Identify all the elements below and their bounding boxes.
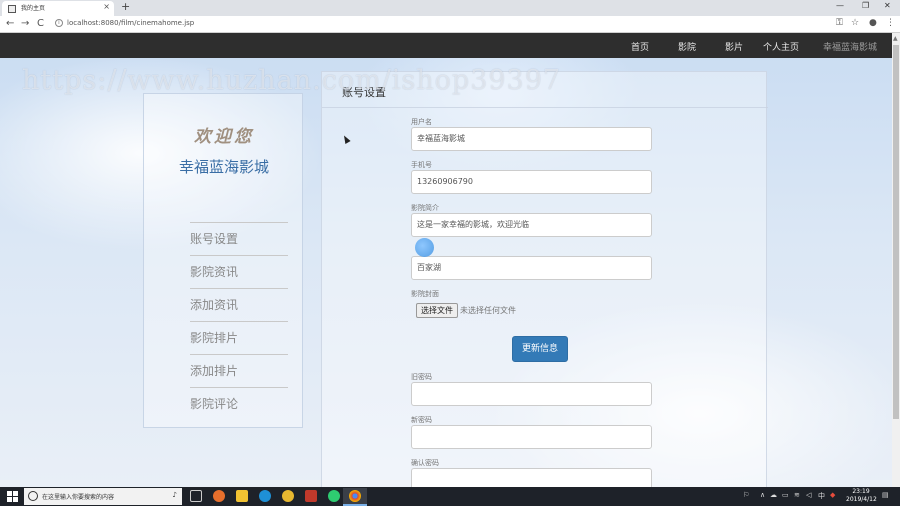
clock-date: 2019/4/12: [846, 496, 877, 503]
task-view-icon[interactable]: [190, 490, 202, 502]
volume-icon[interactable]: ◁: [806, 491, 811, 499]
clock-time: 23:19: [852, 488, 870, 495]
sidebar-menu: 账号设置 影院资讯 添加资讯 影院排片 添加排片 影院评论: [190, 222, 288, 420]
chrome-icon: [349, 490, 361, 502]
windows-start-icon[interactable]: [7, 491, 18, 502]
watermark: https://www.huzhan.com/ishop39397: [22, 65, 562, 96]
sidebar: 欢迎您 幸福蓝海影城 账号设置 影院资讯 添加资讯 影院排片 添加排片 影院评论: [143, 93, 303, 428]
cat-app-icon[interactable]: [305, 490, 317, 502]
page-scrollbar[interactable]: ▲: [892, 33, 900, 487]
confirm-password-input[interactable]: [411, 468, 652, 487]
username-input[interactable]: 幸福蓝海影城: [411, 127, 652, 151]
new-tab-button[interactable]: +: [121, 0, 130, 13]
ie-icon[interactable]: [259, 490, 271, 502]
sidebar-item-schedule[interactable]: 影院排片: [190, 321, 288, 354]
network-icon[interactable]: ▭: [782, 491, 789, 499]
tab-title: 我的主页: [21, 5, 46, 12]
old-password-label: 旧密码: [411, 373, 432, 381]
panel-divider: [322, 107, 768, 108]
wifi-icon[interactable]: ≋: [794, 491, 800, 499]
scroll-up-icon[interactable]: ▲: [893, 35, 898, 42]
info-icon: i: [55, 19, 63, 27]
tray-up-icon[interactable]: ∧: [760, 491, 765, 499]
tab-close-icon[interactable]: ×: [103, 2, 110, 11]
back-icon[interactable]: ←: [6, 18, 14, 29]
confirm-password-label: 确认密码: [411, 459, 439, 467]
intro-input[interactable]: 这是一家幸福的影城，欢迎光临: [411, 213, 652, 237]
sidebar-item-cinema-news[interactable]: 影院资讯: [190, 255, 288, 288]
old-password-input[interactable]: [411, 382, 652, 406]
account-settings-panel: 账号设置 用户名 幸福蓝海影城 手机号 13260906790 影院简介 这是一…: [321, 71, 768, 487]
new-password-input[interactable]: [411, 425, 652, 449]
welcome-text: 欢迎您: [194, 127, 254, 147]
phone-label: 手机号: [411, 161, 432, 169]
notification-icon[interactable]: ▤: [882, 491, 889, 499]
nav-home[interactable]: 首页: [631, 40, 649, 53]
url-text: localhost:8080/film/cinemahome.jsp: [67, 19, 195, 27]
system-clock[interactable]: 23:19 2019/4/12: [846, 488, 877, 504]
chrome-taskbar-button[interactable]: [343, 488, 367, 506]
sidebar-item-reviews[interactable]: 影院评论: [190, 387, 288, 420]
maximize-icon[interactable]: ❐: [862, 1, 869, 10]
update-info-button[interactable]: 更新信息: [512, 336, 568, 362]
sidebar-item-add-schedule[interactable]: 添加排片: [190, 354, 288, 387]
tray-person-icon[interactable]: ⚐: [743, 491, 749, 499]
antivirus-icon[interactable]: ◆: [830, 491, 835, 499]
file-explorer-icon[interactable]: [236, 490, 248, 502]
firefox-icon[interactable]: [213, 490, 225, 502]
cinema-name: 幸福蓝海影城: [178, 158, 269, 176]
page: 首页 影院 影片 个人主页 幸福蓝海影城 欢迎您 幸福蓝海影城 账号设置 影院资…: [0, 33, 892, 487]
close-window-icon[interactable]: ✕: [884, 1, 891, 10]
forward-icon[interactable]: →: [21, 18, 29, 29]
windows-taskbar: 在这里输入你要搜索的内容 ♪ ⚐ ∧ ☁ ▭ ≋ ◁ 中 ◆ 23:19 201…: [0, 487, 900, 506]
click-indicator-icon: [415, 238, 434, 257]
cover-label: 影院封面: [411, 290, 439, 298]
wechat-icon[interactable]: [328, 490, 340, 502]
scroll-thumb[interactable]: [893, 45, 899, 419]
menu-icon[interactable]: ⋮: [886, 18, 895, 28]
username-label: 用户名: [411, 118, 432, 126]
minimize-icon[interactable]: —: [836, 1, 844, 10]
favicon-icon: [8, 5, 16, 13]
sidebar-item-add-news[interactable]: 添加资讯: [190, 288, 288, 321]
browser-tabbar: 我的主页 × + — ❐ ✕: [0, 0, 900, 16]
address-input[interactable]: 百家湖: [411, 256, 652, 280]
ime-icon[interactable]: 中: [818, 491, 825, 501]
reload-icon[interactable]: C: [37, 18, 44, 29]
nav-brand[interactable]: 幸福蓝海影城: [823, 40, 877, 53]
account-icon[interactable]: ●: [869, 18, 877, 28]
nav-profile[interactable]: 个人主页: [763, 40, 799, 53]
nav-cinema[interactable]: 影院: [678, 40, 696, 53]
url-input[interactable]: i localhost:8080/film/cinemahome.jsp: [52, 17, 830, 31]
microphone-icon[interactable]: ♪: [173, 491, 177, 499]
star-icon[interactable]: ☆: [851, 18, 859, 28]
taskbar-search-placeholder: 在这里输入你要搜索的内容: [42, 494, 115, 501]
top-navbar: 首页 影院 影片 个人主页 幸福蓝海影城: [0, 33, 892, 58]
new-password-label: 新密码: [411, 416, 432, 424]
choose-file-button[interactable]: 选择文件: [416, 303, 458, 318]
intro-label: 影院简介: [411, 204, 439, 212]
cortana-icon: [28, 491, 38, 501]
taskbar-search[interactable]: 在这里输入你要搜索的内容 ♪: [24, 488, 182, 505]
file-status: 未选择任何文件: [460, 306, 516, 315]
app-icon[interactable]: [282, 490, 294, 502]
sidebar-item-account-settings[interactable]: 账号设置: [190, 222, 288, 255]
browser-tab[interactable]: 我的主页 ×: [2, 1, 114, 16]
key-icon[interactable]: ⚿: [836, 18, 843, 28]
cloud-icon[interactable]: ☁: [770, 491, 777, 499]
nav-films[interactable]: 影片: [725, 40, 743, 53]
phone-input[interactable]: 13260906790: [411, 170, 652, 194]
address-bar: ← → C i localhost:8080/film/cinemahome.j…: [0, 16, 900, 33]
